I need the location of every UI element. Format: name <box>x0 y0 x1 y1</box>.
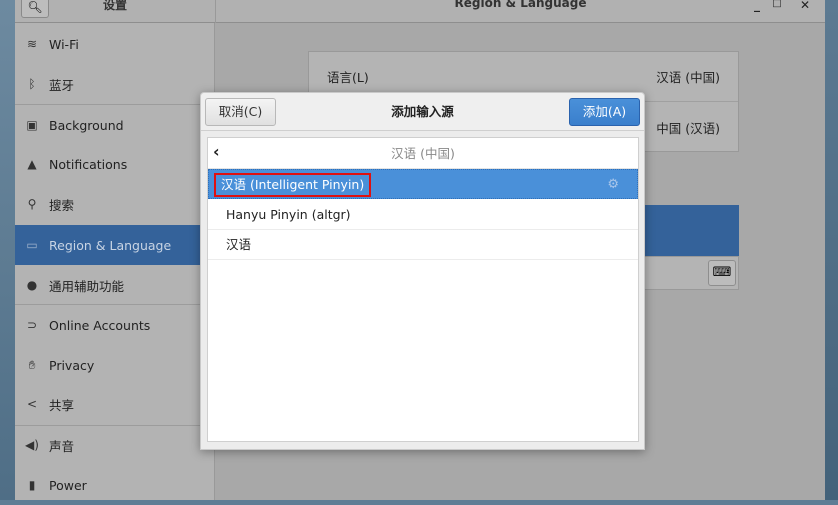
maximize-button[interactable]: □ <box>767 0 787 9</box>
sidebar-item-sharing[interactable]: < 共享 <box>15 384 215 424</box>
minimize-button[interactable]: _ <box>747 0 767 12</box>
highlight-box: 汉语 (Intelligent Pinyin) <box>214 173 372 197</box>
online-accounts-icon: ⊃ <box>26 318 38 332</box>
window-title: Region & Language <box>454 0 587 10</box>
sidebar-item-label: Privacy <box>49 357 95 373</box>
power-icon: ▮ <box>28 478 36 492</box>
sidebar-item-label: 共享 <box>49 397 75 413</box>
share-icon: < <box>26 397 38 411</box>
sidebar-item-search[interactable]: ⚲ 搜索 <box>15 184 215 224</box>
sidebar-item-label: Power <box>49 477 87 493</box>
sidebar-item-privacy[interactable]: ✋︎ Privacy <box>15 345 215 385</box>
sidebar-item-notifications[interactable]: ▲ Notifications <box>15 144 215 184</box>
cancel-button[interactable]: 取消(C) <box>205 98 276 126</box>
back-row[interactable]: ‹ 汉语 (中国) <box>208 138 638 169</box>
wifi-icon: ≋ <box>26 37 38 51</box>
back-row-label: 汉语 (中国) <box>391 146 455 161</box>
add-button[interactable]: 添加(A) <box>569 98 640 126</box>
speaker-icon: ◀) <box>25 438 39 452</box>
desktop-right <box>825 0 838 500</box>
list-item-intelligent-pinyin[interactable]: 汉语 (Intelligent Pinyin) ⚙ <box>208 169 638 199</box>
bluetooth-icon: ᛒ <box>28 77 36 91</box>
sidebar-item-label: Region & Language <box>49 237 172 253</box>
sidebar-item-wifi[interactable]: ≋ Wi-Fi <box>15 24 215 64</box>
add-input-source-dialog: 取消(C) 添加输入源 添加(A) ‹ 汉语 (中国) 汉语 (Intellig… <box>200 92 645 450</box>
formats-value: 中国 (汉语) <box>656 120 720 136</box>
sidebar-item-bluetooth[interactable]: ᛒ 蓝牙 <box>15 64 215 104</box>
sidebar-item-label: 搜索 <box>49 197 75 213</box>
sidebar: ≋ Wi-Fi ᛒ 蓝牙 ▣ Background ▲ Notifications ⚲ 搜… <box>15 23 215 500</box>
sidebar-item-online-accounts[interactable]: ⊃ Online Accounts <box>15 305 215 345</box>
sidebar-item-accessibility[interactable]: ● 通用辅助功能 <box>15 265 215 305</box>
keyboard-layout-button[interactable]: ⌨ <box>708 260 736 286</box>
sidebar-item-label: Background <box>49 117 124 133</box>
bell-icon: ▲ <box>27 157 37 171</box>
desktop-left <box>0 0 15 500</box>
sidebar-item-label: Wi-Fi <box>49 36 79 52</box>
sidebar-item-power[interactable]: ▮ Power <box>15 465 215 505</box>
language-value: 汉语 (中国) <box>656 70 720 85</box>
sidebar-item-label: 声音 <box>49 438 75 454</box>
sidebar-item-label: 蓝牙 <box>49 77 75 93</box>
dialog-header: 取消(C) 添加输入源 添加(A) <box>201 93 644 131</box>
accessibility-icon: ● <box>26 278 38 292</box>
sidebar-item-region-language[interactable]: ▭ Region & Language <box>15 225 215 265</box>
sidebar-item-label: 通用辅助功能 <box>49 278 125 294</box>
header-bar: 🔍︎ 设置 Region & Language _ □ ✕ <box>15 0 825 23</box>
search-icon: ⚲ <box>27 197 37 211</box>
sidebar-item-background[interactable]: ▣ Background <box>15 105 215 145</box>
input-source-list: ‹ 汉语 (中国) 汉语 (Intelligent Pinyin) ⚙ Hany… <box>207 137 639 442</box>
language-label: 语言(L) <box>327 70 369 85</box>
list-item[interactable]: 汉语 <box>208 230 638 260</box>
close-button[interactable]: ✕ <box>795 0 815 12</box>
sidebar-item-label: Online Accounts <box>49 317 151 333</box>
sidebar-item-label: Notifications <box>49 156 128 172</box>
hand-icon: ✋︎ <box>28 357 36 372</box>
sidebar-item-sound[interactable]: ◀) 声音 <box>15 425 215 465</box>
gear-icon: ⚙ <box>607 177 619 192</box>
settings-title: 设置 <box>102 0 127 12</box>
region-icon: ▭ <box>26 238 38 252</box>
list-item[interactable]: Hanyu Pinyin (altgr) <box>208 200 638 230</box>
background-icon: ▣ <box>26 118 38 132</box>
keyboard-icon: ⌨ <box>712 265 732 280</box>
